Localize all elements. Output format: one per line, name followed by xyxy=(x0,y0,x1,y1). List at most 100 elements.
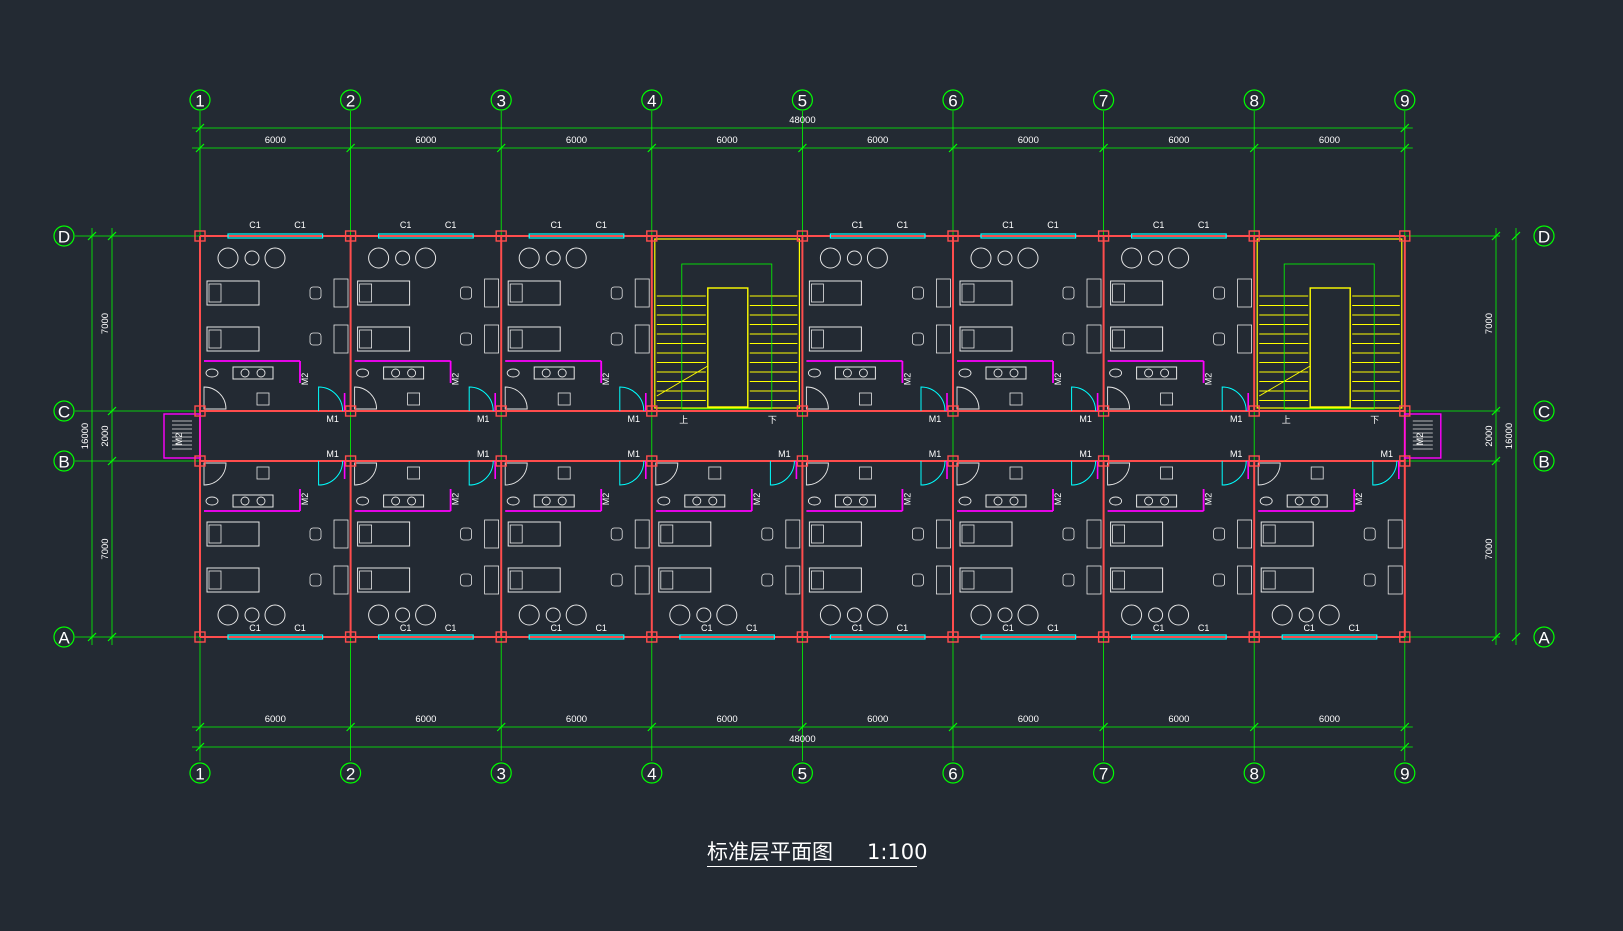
wardrobe-icon xyxy=(785,519,801,549)
room-south-1: C1 C1 M2 M1 xyxy=(203,449,349,640)
armchair-icon xyxy=(970,604,992,626)
axis-bubble-bottom-6-label: 6 xyxy=(948,765,957,784)
wardrobe-icon xyxy=(1387,565,1403,595)
chair-icon xyxy=(460,332,473,346)
wardrobe-icon xyxy=(634,519,650,549)
bed-icon xyxy=(357,521,411,547)
bed-icon xyxy=(959,326,1013,352)
bed-icon xyxy=(357,567,411,593)
wardrobe-icon xyxy=(484,324,500,354)
table-icon xyxy=(1148,607,1164,623)
end-door-label-left: M2 xyxy=(174,433,184,446)
table-icon xyxy=(997,607,1013,623)
axis-bubble-bottom-6: 6 xyxy=(942,762,964,784)
axis-bubble-top-9: 9 xyxy=(1394,89,1416,111)
room-south-7: C1 C1 M2 M1 xyxy=(1107,449,1252,640)
wardrobe-icon xyxy=(1086,278,1102,308)
bath-cabinet-icon xyxy=(859,466,872,480)
axis-bubble-top-1-label: 1 xyxy=(195,92,204,111)
shower-icon xyxy=(354,386,378,410)
axis-bubble-right-D-label: D xyxy=(1538,228,1550,247)
pillow-icon xyxy=(961,524,975,544)
axis-bubble-left-B-label: B xyxy=(58,453,69,472)
window-label-b: C1 xyxy=(746,623,758,633)
pillow-icon xyxy=(961,283,975,303)
chair-icon xyxy=(309,573,322,587)
window-label-a: C1 xyxy=(249,623,261,633)
room-north-3: C1 C1 M2 M1 xyxy=(504,220,650,424)
shower-icon xyxy=(1107,386,1131,410)
stair-break-line xyxy=(1258,365,1311,397)
dim-bay-label-top-5: 6000 xyxy=(867,135,888,146)
table-icon xyxy=(545,607,561,623)
dim-depth-upper-left: 7000 xyxy=(100,313,111,334)
axis-bubble-left-C: C xyxy=(53,400,75,422)
bed-icon xyxy=(507,567,561,593)
chair-icon xyxy=(1062,573,1075,587)
dim-bay-label-top-3: 6000 xyxy=(566,135,587,146)
sink-icon xyxy=(1144,368,1154,378)
wardrobe-icon xyxy=(333,565,349,595)
axis-bubble-top-6: 6 xyxy=(942,89,964,111)
dim-bay-label-bottom-4: 6000 xyxy=(717,714,738,725)
chair-icon xyxy=(761,573,774,587)
axis-bubble-bottom-4: 4 xyxy=(641,762,663,784)
wardrobe-icon xyxy=(484,278,500,308)
shower-icon xyxy=(1257,462,1281,486)
entry-door-swing xyxy=(1221,386,1247,412)
vanity-icon xyxy=(1136,494,1178,508)
stair-direction-guide xyxy=(681,263,773,410)
bed-icon xyxy=(959,567,1013,593)
wardrobe-icon xyxy=(1237,278,1252,308)
bath-cabinet-icon xyxy=(407,392,421,406)
wardrobe-icon xyxy=(1086,519,1102,549)
bed-icon xyxy=(1110,280,1164,306)
axis-bubble-right-B: B xyxy=(1533,450,1555,472)
shower-icon xyxy=(655,462,679,486)
window-label-a: C1 xyxy=(1303,623,1315,633)
axis-bubble-top-4: 4 xyxy=(641,89,663,111)
window-label-b: C1 xyxy=(1348,623,1360,633)
toilet-icon xyxy=(807,496,821,506)
pillow-icon xyxy=(660,570,674,590)
toilet-icon xyxy=(1109,368,1123,378)
sink-icon xyxy=(993,368,1003,378)
bed-icon xyxy=(507,280,561,306)
vanity-icon xyxy=(834,494,876,508)
vanity-icon xyxy=(533,494,575,508)
bath-cabinet-icon xyxy=(407,466,421,480)
bed-icon xyxy=(1260,567,1314,593)
shower-icon xyxy=(956,462,980,486)
axis-bubble-top-5: 5 xyxy=(791,89,814,111)
entry-door-label: M1 xyxy=(1079,414,1092,424)
axis-bubble-top-4-label: 4 xyxy=(647,92,656,111)
vanity-icon xyxy=(1286,494,1328,508)
sink-icon xyxy=(391,368,401,378)
window-label-b: C1 xyxy=(1198,220,1210,230)
pillow-icon xyxy=(208,283,222,303)
axis-bubble-right-C-label: C xyxy=(1538,403,1550,422)
armchair-icon xyxy=(217,247,239,269)
sink-icon xyxy=(1009,368,1019,378)
axis-bubble-bottom-3: 3 xyxy=(490,762,512,784)
room-north-6: C1 C1 M2 M1 xyxy=(956,220,1102,424)
bed-icon xyxy=(808,567,862,593)
dim-total-label-top: 48000 xyxy=(789,115,815,126)
chair-icon xyxy=(1213,527,1225,541)
axis-bubble-left-C-label: C xyxy=(58,403,70,422)
window-label-b: C1 xyxy=(897,220,909,230)
axis-bubble-bottom-5: 5 xyxy=(791,762,814,784)
stair-down-label: 下 xyxy=(1370,415,1379,425)
armchair-icon xyxy=(970,247,992,269)
axis-bubble-right-A: A xyxy=(1533,626,1555,648)
axis-bubble-bottom-2: 2 xyxy=(340,762,362,784)
bath-door-label: M2 xyxy=(601,493,611,506)
table-icon xyxy=(997,250,1013,266)
sink-icon xyxy=(407,496,417,506)
pillow-icon xyxy=(1112,570,1125,590)
shower-icon xyxy=(504,462,528,486)
drawing-title-text: 标准层平面图 xyxy=(707,840,833,864)
entry-door-swing xyxy=(318,460,344,486)
window-label-b: C1 xyxy=(1198,623,1210,633)
wardrobe-icon xyxy=(936,565,951,595)
